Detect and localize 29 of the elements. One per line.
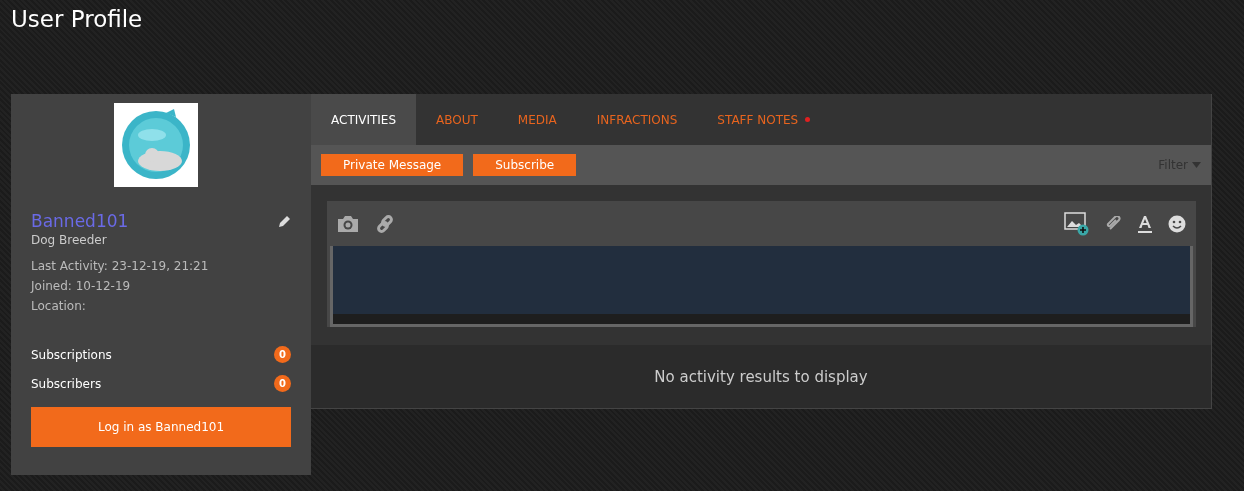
- profile-tab[interactable]: ACTIVITIES: [311, 94, 417, 145]
- profile-detail: Location:: [31, 298, 87, 315]
- count-label[interactable]: Subscriptions: [31, 347, 112, 362]
- smiley-icon[interactable]: [1168, 214, 1186, 233]
- page-title: User Profile: [11, 6, 144, 34]
- pencil-icon[interactable]: [278, 214, 291, 228]
- profile-detail: Last Activity: 23-12-19, 21:21: [31, 258, 210, 275]
- user-role: Dog Breeder: [31, 233, 108, 247]
- link-icon[interactable]: [375, 213, 395, 234]
- profile-tab[interactable]: STAFF NOTES: [697, 94, 831, 145]
- action-button[interactable]: Private Message: [321, 154, 464, 176]
- count-badge: 0: [274, 375, 291, 392]
- paperclip-icon[interactable]: [1106, 215, 1122, 232]
- caret-icon: [1192, 162, 1201, 168]
- text-format-icon[interactable]: [1138, 214, 1152, 233]
- count-label[interactable]: Subscribers: [31, 376, 102, 391]
- profile-tab[interactable]: MEDIA: [497, 94, 577, 145]
- count-badge: 0: [274, 346, 291, 363]
- camera-icon[interactable]: [337, 214, 359, 233]
- action-button[interactable]: Subscribe: [473, 154, 577, 176]
- notification-dot: [805, 117, 811, 122]
- login-button[interactable]: Log in as Banned101: [31, 407, 291, 447]
- profile-tab[interactable]: INFRACTIONS: [576, 94, 698, 145]
- add-image-icon[interactable]: [1064, 211, 1090, 236]
- profile-detail: Joined: 10-12-19: [31, 278, 132, 295]
- user-name[interactable]: Banned101: [31, 211, 129, 231]
- profile-tab[interactable]: ABOUT: [416, 94, 498, 145]
- message-input[interactable]: [330, 246, 1193, 327]
- empty-message: No activity results to display: [654, 367, 868, 386]
